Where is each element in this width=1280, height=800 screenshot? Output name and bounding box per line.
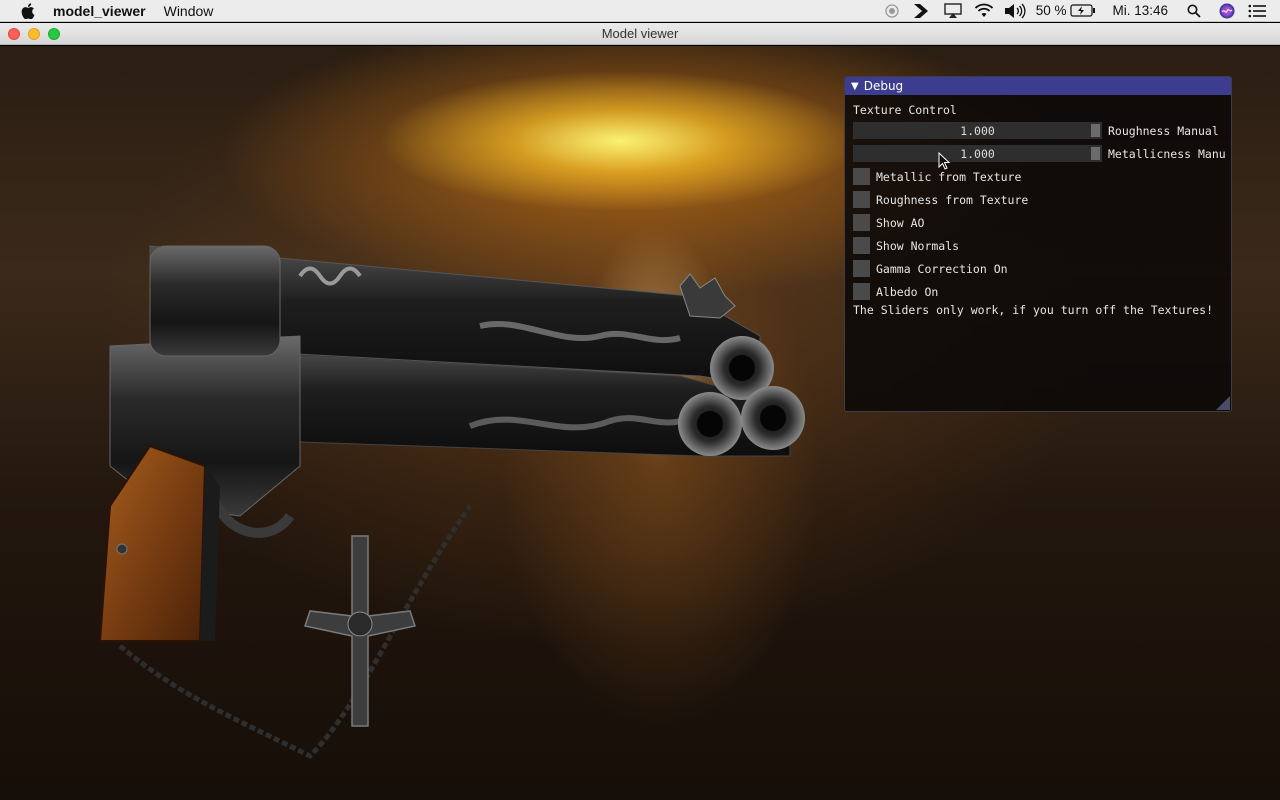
- menu-window[interactable]: Window: [164, 3, 214, 19]
- window-titlebar[interactable]: Model viewer: [0, 23, 1280, 45]
- siri-icon[interactable]: [1218, 0, 1236, 22]
- roughness-from-texture-label: Roughness from Texture: [876, 192, 1029, 207]
- battery-percent[interactable]: 50 %: [1036, 3, 1067, 18]
- window-minimize-button[interactable]: [28, 28, 40, 40]
- clock[interactable]: Mi. 13:46: [1112, 3, 1168, 18]
- window-zoom-button[interactable]: [48, 28, 60, 40]
- debug-panel-title: Debug: [863, 79, 904, 93]
- menu-app-name[interactable]: model_viewer: [53, 3, 146, 19]
- metallicness-slider-row: 1.000 Metallicness Manu: [853, 145, 1226, 162]
- 3d-viewport[interactable]: ▼ Debug Texture Control 1.000 Roughness …: [0, 46, 1280, 800]
- gamma-correction-row[interactable]: Gamma Correction On: [853, 260, 1008, 277]
- wifi-icon[interactable]: [974, 0, 994, 22]
- resize-grip-icon[interactable]: [1216, 396, 1230, 410]
- roughness-slider-value: 1.000: [960, 123, 995, 138]
- texture-control-label: Texture Control: [853, 103, 957, 117]
- window-close-button[interactable]: [8, 28, 20, 40]
- metallic-from-texture-label: Metallic from Texture: [876, 169, 1022, 184]
- show-ao-row[interactable]: Show AO: [853, 214, 924, 231]
- show-normals-checkbox[interactable]: [853, 237, 870, 254]
- metallicness-slider-label: Metallicness Manu: [1108, 146, 1226, 161]
- show-normals-row[interactable]: Show Normals: [853, 237, 959, 254]
- mouse-cursor-icon: [938, 152, 950, 170]
- debug-panel-titlebar[interactable]: ▼ Debug: [845, 77, 1231, 95]
- menubar: model_viewer Window 50 % Mi. 13:46: [0, 0, 1280, 22]
- metallicness-slider-grab[interactable]: [1091, 147, 1100, 160]
- dash-icon[interactable]: [912, 0, 930, 22]
- albedo-on-row[interactable]: Albedo On: [853, 283, 938, 300]
- show-normals-label: Show Normals: [876, 238, 960, 253]
- roughness-from-texture-checkbox[interactable]: [853, 191, 870, 208]
- metallicness-slider-value: 1.000: [960, 146, 995, 161]
- airplay-icon[interactable]: [943, 0, 962, 22]
- metallicness-slider[interactable]: 1.000: [853, 145, 1102, 162]
- notification-center-icon[interactable]: [1248, 0, 1266, 22]
- screen-record-icon[interactable]: [884, 0, 900, 22]
- volume-icon[interactable]: [1004, 0, 1026, 22]
- window-title: Model viewer: [601, 26, 679, 41]
- show-ao-checkbox[interactable]: [853, 214, 870, 231]
- roughness-slider[interactable]: 1.000: [853, 122, 1102, 139]
- albedo-on-checkbox[interactable]: [853, 283, 870, 300]
- metallic-from-texture-checkbox[interactable]: [853, 168, 870, 185]
- battery-charging-icon[interactable]: [1070, 0, 1096, 22]
- show-ao-label: Show AO: [876, 215, 925, 230]
- gamma-correction-checkbox[interactable]: [853, 260, 870, 277]
- albedo-on-label: Albedo On: [876, 284, 939, 299]
- roughness-slider-grab[interactable]: [1091, 124, 1100, 137]
- roughness-slider-label: Roughness Manual: [1108, 123, 1219, 138]
- debug-panel[interactable]: ▼ Debug Texture Control 1.000 Roughness …: [844, 76, 1232, 412]
- spotlight-search-icon[interactable]: [1186, 0, 1202, 22]
- roughness-from-texture-row[interactable]: Roughness from Texture: [853, 191, 1028, 208]
- roughness-slider-row: 1.000 Roughness Manual: [853, 122, 1219, 139]
- sliders-note: The Sliders only work, if you turn off t…: [853, 303, 1214, 317]
- gamma-correction-label: Gamma Correction On: [876, 261, 1008, 276]
- collapse-arrow-icon[interactable]: ▼: [851, 81, 859, 92]
- metallic-from-texture-row[interactable]: Metallic from Texture: [853, 168, 1021, 185]
- apple-logo-icon[interactable]: [21, 2, 35, 19]
